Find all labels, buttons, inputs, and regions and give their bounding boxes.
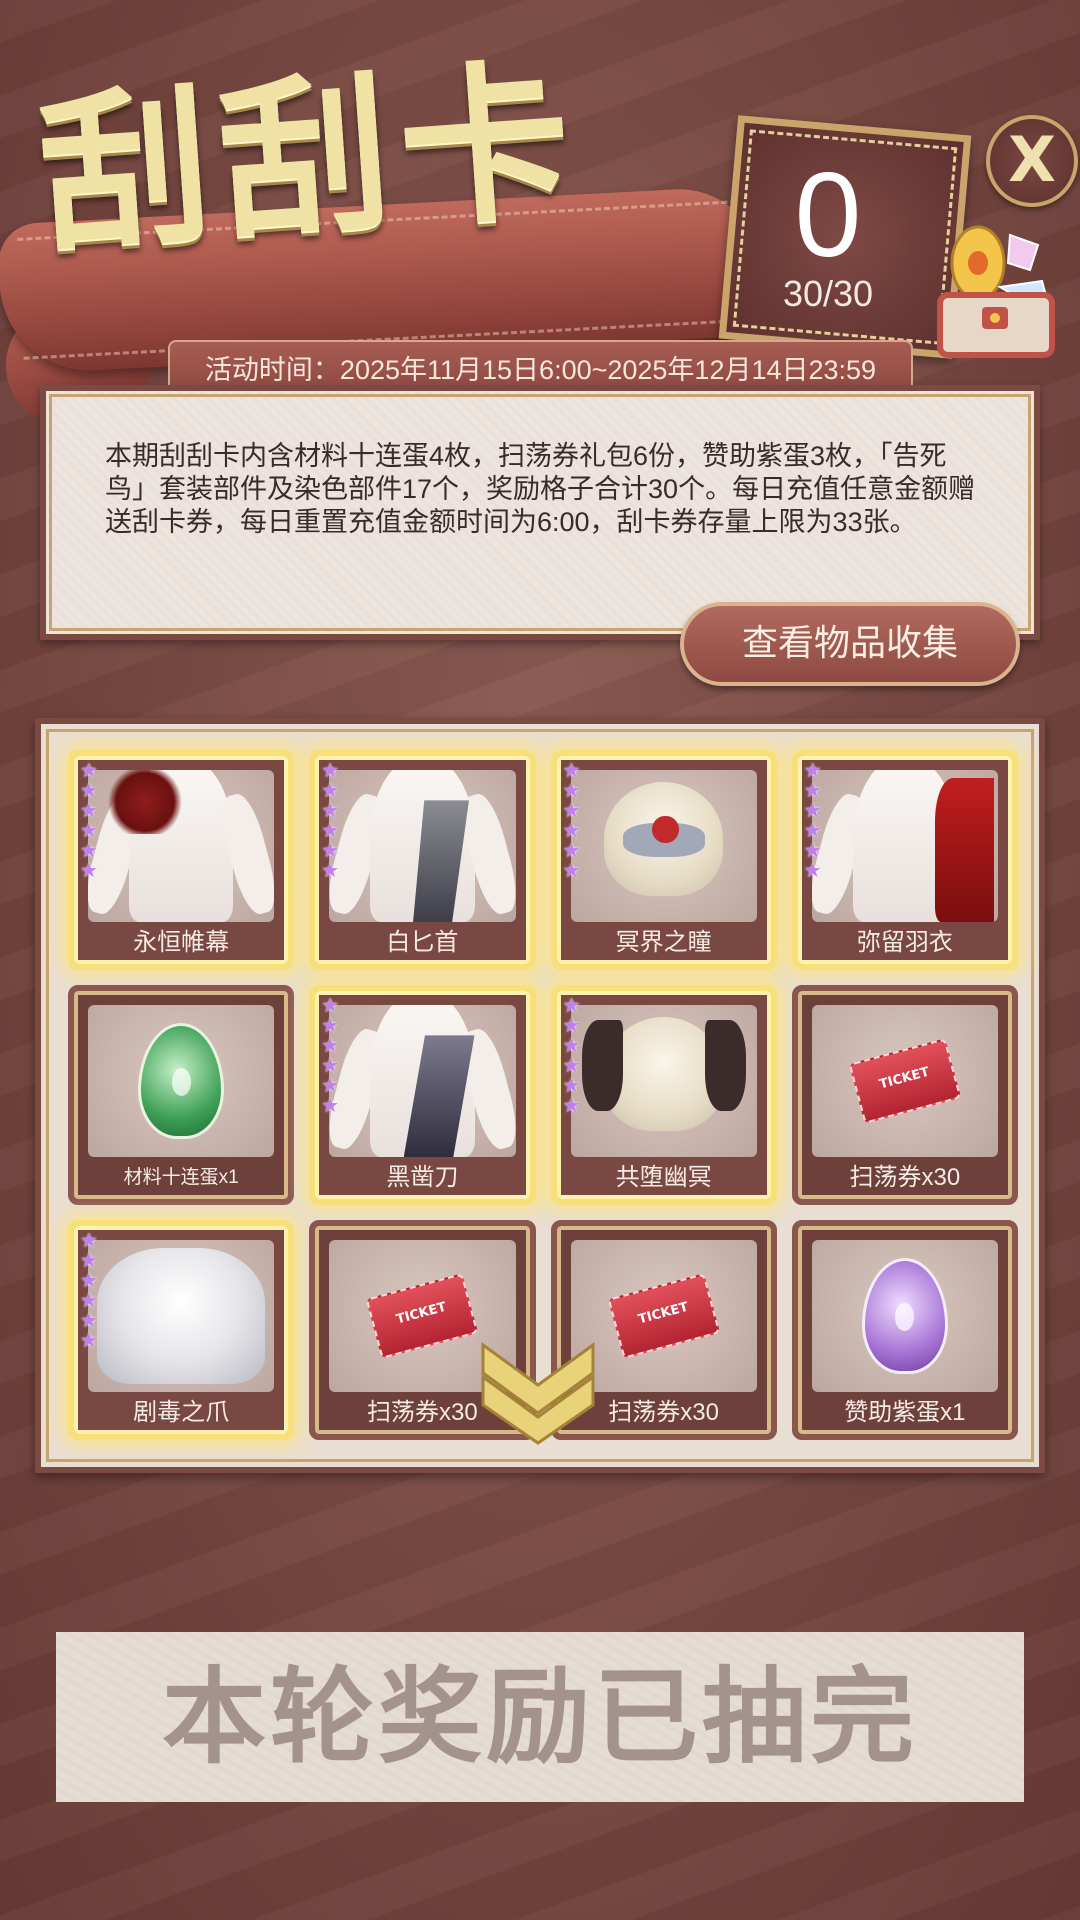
prize-cell[interactable]: ★ ★ ★ ★ ★ ★ 黑凿刀 <box>309 985 536 1205</box>
item-image: TICKET <box>570 1240 757 1392</box>
rarity-stars: ★ ★ ★ ★ ★ ★ <box>321 758 340 882</box>
item-image: TICKET <box>811 1005 998 1157</box>
ticket-icon: TICKET <box>607 1273 720 1359</box>
treasure-chest-icon <box>937 225 1055 358</box>
prize-cell[interactable]: 材料十连蛋x1 <box>68 985 295 1205</box>
prize-cell[interactable]: ★ ★ ★ ★ ★ ★ 永恒帷幕 <box>68 750 295 970</box>
ticket-icon: TICKET <box>366 1273 479 1359</box>
rarity-stars: ★ ★ ★ ★ ★ ★ <box>803 758 822 882</box>
rarity-stars: ★ ★ ★ ★ ★ ★ <box>80 1228 98 1352</box>
prize-label: 扫荡券x30 <box>849 1164 961 1191</box>
round-finished-banner: 本轮奖励已抽完 <box>56 1632 1024 1802</box>
prize-label: 共堕幽冥 <box>615 1164 712 1191</box>
prize-cell[interactable]: TICKET 扫荡券x30 <box>791 985 1018 1205</box>
outfit-image <box>88 770 275 922</box>
prize-label: 剧毒之爪 <box>133 1399 230 1426</box>
item-image <box>88 1005 275 1157</box>
view-collection-button[interactable]: 查看物品收集 <box>680 602 1020 686</box>
description-text: 本期刮刮卡内含材料十连蛋4枚，扫荡券礼包6份，赞助紫蛋3枚，「告死鸟」套装部件及… <box>105 441 976 537</box>
prize-cell[interactable]: 赞助紫蛋x1 <box>791 1220 1018 1440</box>
prize-label: 黑凿刀 <box>386 1164 459 1191</box>
outfit-image <box>811 770 998 922</box>
prize-cell[interactable]: ★ ★ ★ ★ ★ ★ 共堕幽冥 <box>550 985 777 1205</box>
rarity-stars: ★ ★ ★ ★ ★ ★ <box>562 758 581 882</box>
prize-label: 白匕首 <box>386 929 459 956</box>
outfit-image <box>329 770 516 922</box>
green-egg-icon <box>138 1023 225 1139</box>
close-button[interactable]: X <box>986 115 1078 207</box>
prize-label: 弥留羽衣 <box>856 929 953 956</box>
outfit-image <box>570 1005 757 1157</box>
prize-cell[interactable]: ★ ★ ★ ★ ★ ★ 弥留羽衣 <box>791 750 1018 970</box>
prize-cell[interactable]: ★ ★ ★ ★ ★ ★ 剧毒之爪 <box>68 1220 295 1440</box>
rarity-stars: ★ ★ ★ ★ ★ ★ <box>80 758 98 882</box>
prize-cell[interactable]: ★ ★ ★ ★ ★ ★ 冥界之瞳 <box>550 750 777 970</box>
outfit-image <box>329 1005 516 1157</box>
prize-cell[interactable]: ★ ★ ★ ★ ★ ★ 白匕首 <box>309 750 536 970</box>
ticket-icon: TICKET <box>848 1038 962 1124</box>
prize-label: 材料十连蛋x1 <box>123 1167 239 1188</box>
prize-label: 赞助紫蛋x1 <box>844 1399 966 1426</box>
outfit-image <box>570 770 757 922</box>
rarity-stars: ★ ★ ★ ★ ★ ★ <box>562 993 581 1117</box>
outfit-image <box>88 1240 275 1392</box>
purple-egg-icon <box>861 1258 948 1374</box>
rarity-stars: ★ ★ ★ ★ ★ ★ <box>321 993 340 1117</box>
prize-label: 冥界之瞳 <box>615 929 712 956</box>
item-image <box>811 1240 998 1392</box>
chevron-down-icon[interactable] <box>478 1335 598 1445</box>
remaining-count: 0 <box>794 148 862 282</box>
prize-label: 永恒帷幕 <box>133 929 230 956</box>
total-count: 30/30 <box>782 273 874 314</box>
